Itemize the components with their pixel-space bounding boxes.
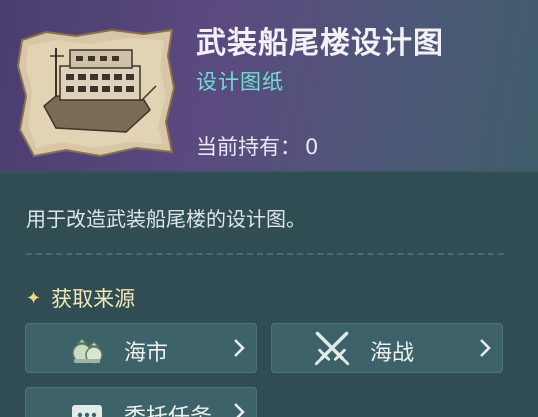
speech-bubble-icon xyxy=(72,405,102,417)
divider xyxy=(26,253,504,255)
source-market-label: 海市 xyxy=(124,341,169,366)
source-market-button[interactable]: 海市 xyxy=(25,323,257,373)
item-header: 武装船尾楼设计图 设计图纸 当前持有： 0 xyxy=(0,0,538,173)
crossed-swords-icon xyxy=(314,331,350,366)
chevron-right-icon xyxy=(234,339,245,357)
item-body: 用于改造武装船尾楼的设计图。 ✦ 获取来源 海市 海战 xyxy=(0,173,538,417)
sources-heading: ✦ 获取来源 xyxy=(26,283,135,313)
owned-count: 0 xyxy=(305,135,319,159)
item-subtype: 设计图纸 xyxy=(196,70,284,94)
owned-count-row: 当前持有： 0 xyxy=(196,131,318,161)
sources-title: 获取来源 xyxy=(51,287,136,311)
sparkle-star-icon: ✦ xyxy=(26,287,42,309)
source-naval-battle-label: 海战 xyxy=(370,341,415,366)
ship-blueprint-icon xyxy=(16,28,176,158)
source-commission-label: 委托任务 xyxy=(124,399,212,417)
source-commission-button[interactable]: 委托任务 xyxy=(25,387,257,417)
source-naval-battle-button[interactable]: 海战 xyxy=(271,323,503,373)
item-description: 用于改造武装船尾楼的设计图。 xyxy=(26,207,306,231)
chevron-right-icon xyxy=(480,339,491,357)
money-bags-icon xyxy=(72,337,103,364)
chevron-right-icon xyxy=(234,403,245,417)
item-title: 武装船尾楼设计图 xyxy=(196,26,444,61)
owned-label: 当前持有： xyxy=(196,135,301,159)
item-tooltip-card: 武装船尾楼设计图 设计图纸 当前持有： 0 用于改造武装船尾楼的设计图。 ✦ 获取… xyxy=(0,0,538,417)
